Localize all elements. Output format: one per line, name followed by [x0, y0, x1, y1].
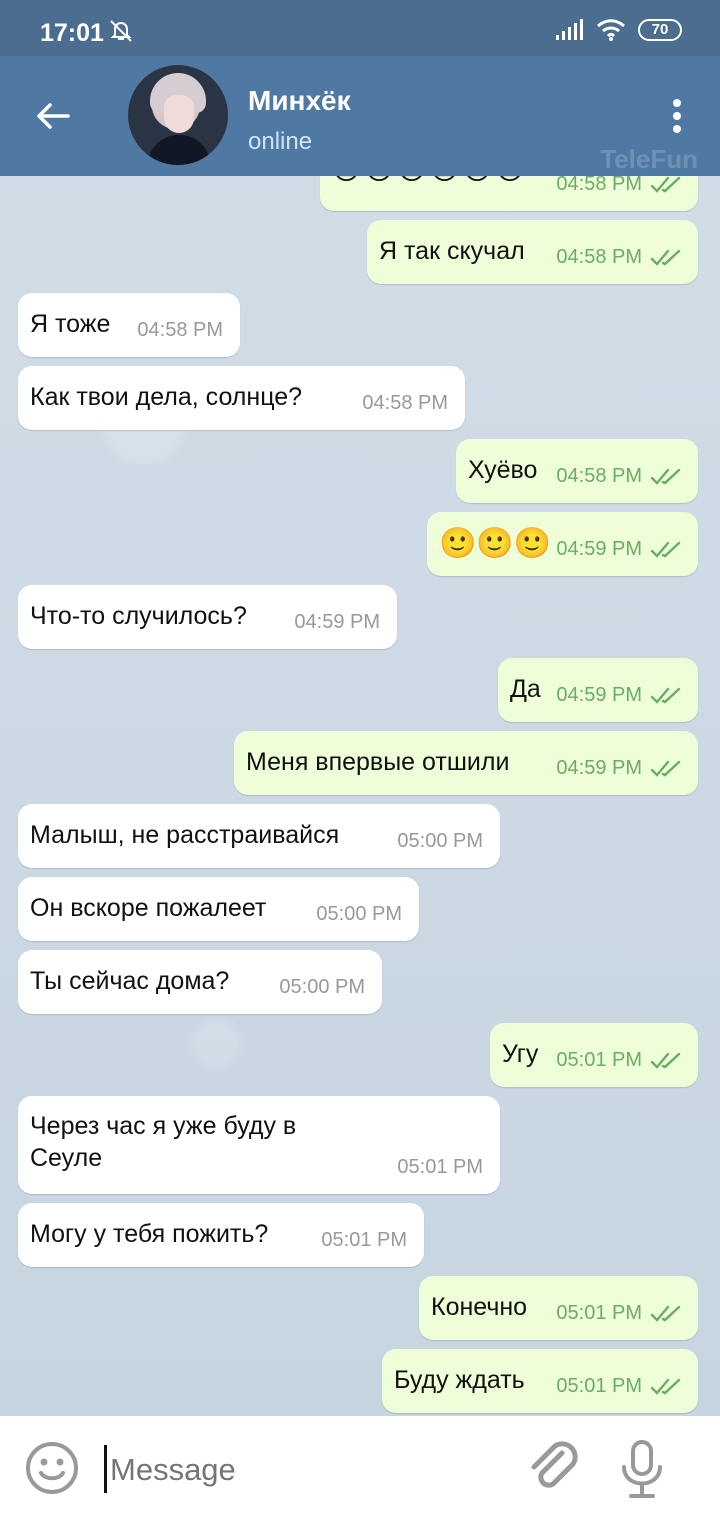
- message-meta: 04:58 PM: [556, 246, 681, 269]
- message-outgoing[interactable]: Да 04:59 PM: [498, 658, 698, 722]
- back-arrow-icon[interactable]: [34, 96, 74, 136]
- message-incoming[interactable]: Могу у тебя пожить? 05:01 PM: [18, 1203, 424, 1267]
- paperclip-icon[interactable]: [526, 1439, 578, 1497]
- message-incoming[interactable]: Что-то случилось? 04:59 PM: [18, 585, 397, 649]
- message-text: Что-то случилось?: [30, 602, 247, 630]
- message-meta: 04:58 PM: [556, 176, 681, 196]
- contact-name[interactable]: Минхёк: [248, 85, 351, 117]
- double-check-icon: [650, 687, 681, 704]
- status-time: 17:01: [40, 19, 104, 47]
- message-time: 04:59 PM: [556, 757, 642, 779]
- message-text: Я тоже: [30, 310, 111, 338]
- message-text: Через час я уже буду в Сеуле: [30, 1112, 297, 1172]
- message-meta: 04:59 PM: [556, 757, 681, 780]
- message-text: 😭😭😭😭😭😭: [330, 176, 526, 186]
- double-check-icon: [650, 1305, 681, 1322]
- message-text: Да: [510, 675, 541, 703]
- double-check-icon: [650, 1378, 681, 1395]
- message-time: 04:58 PM: [362, 392, 448, 414]
- emoji-icon[interactable]: [24, 1440, 80, 1496]
- chat-header: Минхёк online TeleFun: [0, 56, 720, 176]
- message-meta: 04:59 PM: [556, 684, 681, 707]
- double-check-icon: [650, 249, 681, 266]
- message-time: 04:59 PM: [556, 538, 642, 560]
- message-incoming[interactable]: Как твои дела, солнце? 04:58 PM: [18, 366, 465, 430]
- text-cursor: [104, 1445, 107, 1493]
- status-icons: 70: [554, 18, 682, 42]
- message-text: Я так скучал: [379, 237, 525, 265]
- message-time: 05:01 PM: [397, 1156, 483, 1178]
- message-time: 05:01 PM: [556, 1302, 642, 1324]
- avatar-shirt: [148, 135, 210, 165]
- double-check-icon: [650, 760, 681, 777]
- double-check-icon: [650, 176, 681, 193]
- wifi-icon: [597, 19, 625, 41]
- microphone-icon[interactable]: [618, 1438, 666, 1498]
- message-meta: 04:58 PM: [556, 465, 681, 488]
- message-text: Конечно: [431, 1293, 528, 1321]
- message-incoming[interactable]: Малыш, не расстраивайся 05:00 PM: [18, 804, 500, 868]
- message-text: Хуёво: [468, 456, 538, 484]
- message-time: 04:59 PM: [556, 684, 642, 706]
- message-input[interactable]: [108, 1451, 492, 1489]
- message-meta: 05:01 PM: [556, 1375, 681, 1398]
- message-time: 05:00 PM: [397, 830, 483, 852]
- watermark: TeleFun: [600, 144, 698, 174]
- message-text: 🙂🙂🙂: [439, 527, 552, 560]
- message-incoming[interactable]: Через час я уже буду в Сеуле 05:01 PM: [18, 1096, 500, 1194]
- message-outgoing[interactable]: Буду ждать 05:01 PM: [382, 1349, 698, 1413]
- double-check-icon: [650, 1052, 681, 1069]
- message-time: 05:01 PM: [321, 1229, 407, 1251]
- contact-status: online: [248, 128, 313, 155]
- message-meta: 04:59 PM: [556, 538, 681, 561]
- message-outgoing[interactable]: Угу 05:01 PM: [490, 1023, 698, 1087]
- double-check-icon: [650, 541, 681, 558]
- message-outgoing[interactable]: 🙂🙂🙂 04:59 PM: [427, 512, 698, 576]
- status-bar: 17:01 70: [0, 0, 720, 56]
- message-meta: 05:01 PM: [556, 1302, 681, 1325]
- message-text: Как твои дела, солнце?: [30, 383, 303, 411]
- message-composer: [0, 1416, 720, 1520]
- message-outgoing[interactable]: Хуёво 04:58 PM: [456, 439, 698, 503]
- message-text: Угу: [502, 1040, 539, 1068]
- message-time: 04:58 PM: [556, 246, 642, 268]
- message-time: 04:58 PM: [556, 176, 642, 195]
- message-time: 04:58 PM: [556, 465, 642, 487]
- signal-icon: [556, 19, 583, 40]
- message-text: Буду ждать: [394, 1366, 525, 1394]
- message-incoming[interactable]: Ты сейчас дома? 05:00 PM: [18, 950, 382, 1014]
- message-time: 05:00 PM: [279, 976, 365, 998]
- message-time: 04:58 PM: [137, 319, 223, 341]
- message-text: Он вскоре пожалеет: [30, 894, 267, 922]
- muted-bell-icon: [110, 20, 132, 42]
- message-incoming[interactable]: Я тоже 04:58 PM: [18, 293, 240, 357]
- message-text: Малыш, не расстраивайся: [30, 821, 340, 849]
- battery-indicator: 70: [638, 19, 682, 41]
- double-check-icon: [650, 468, 681, 485]
- message-time: 05:01 PM: [556, 1049, 642, 1071]
- message-time: 04:59 PM: [294, 611, 380, 633]
- message-text: Могу у тебя пожить?: [30, 1220, 269, 1248]
- avatar[interactable]: [128, 65, 228, 165]
- message-text: Меня впервые отшили: [246, 748, 510, 776]
- message-time: 05:01 PM: [556, 1375, 642, 1397]
- message-text: Ты сейчас дома?: [30, 967, 230, 995]
- message-list[interactable]: 😭😭😭😭😭😭 04:58 PM Я так скучал 04:58 PM Я …: [0, 176, 720, 1416]
- avatar-face: [164, 95, 194, 133]
- message-outgoing[interactable]: 😭😭😭😭😭😭 04:58 PM: [320, 176, 698, 211]
- message-outgoing[interactable]: Конечно 05:01 PM: [419, 1276, 698, 1340]
- more-vertical-icon[interactable]: [670, 98, 684, 134]
- message-outgoing[interactable]: Я так скучал 04:58 PM: [367, 220, 698, 284]
- message-outgoing[interactable]: Меня впервые отшили 04:59 PM: [234, 731, 698, 795]
- message-incoming[interactable]: Он вскоре пожалеет 05:00 PM: [18, 877, 419, 941]
- message-time: 05:00 PM: [316, 903, 402, 925]
- message-meta: 05:01 PM: [556, 1049, 681, 1072]
